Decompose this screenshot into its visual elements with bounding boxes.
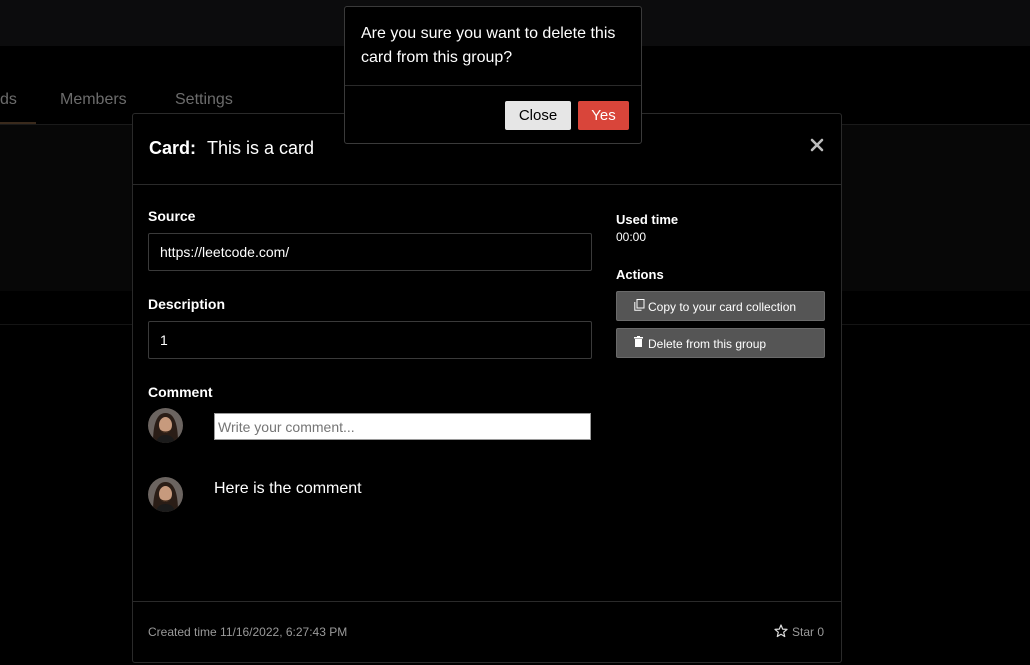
tab-cards[interactable]: ds <box>0 91 17 109</box>
actions-label: Actions <box>616 267 664 282</box>
delete-button-label: Delete from this group <box>648 337 767 351</box>
tab-settings[interactable]: Settings <box>175 91 233 109</box>
created-time: Created time 11/16/2022, 6:27:43 PM <box>148 625 348 639</box>
confirm-divider <box>345 85 641 86</box>
delete-confirm-popover: Are you sure you want to delete this car… <box>344 6 642 144</box>
tab-members[interactable]: Members <box>60 91 127 109</box>
star-icon <box>774 624 788 638</box>
copy-to-collection-button[interactable]: Copy to your card collection <box>616 291 825 321</box>
comment-text: Here is the comment <box>214 480 362 497</box>
modal-footer: Created time 11/16/2022, 6:27:43 PM Star… <box>133 601 841 663</box>
card-modal: Card: This is a card Source https://leet… <box>132 113 842 663</box>
card-label: Card: <box>149 138 197 158</box>
trash-icon <box>634 336 643 350</box>
description-field[interactable]: 1 <box>148 321 592 359</box>
close-icon[interactable] <box>810 138 826 154</box>
comment-input[interactable] <box>214 413 591 440</box>
source-label: Source <box>148 208 196 224</box>
close-button[interactable]: Close <box>505 101 571 130</box>
comment-label: Comment <box>148 384 213 400</box>
description-label: Description <box>148 296 226 312</box>
delete-from-group-button[interactable]: Delete from this group <box>616 328 825 358</box>
used-time-value: 00:00 <box>616 230 647 244</box>
star-count: Star 0 <box>792 625 825 639</box>
confirm-message: Are you sure you want to delete this car… <box>361 25 616 66</box>
avatar <box>148 408 183 443</box>
avatar <box>148 477 183 512</box>
yes-button[interactable]: Yes <box>578 101 629 130</box>
card-title: This is a card <box>207 138 315 158</box>
source-field[interactable]: https://leetcode.com/ <box>148 233 592 271</box>
copy-button-label: Copy to your card collection <box>648 300 797 314</box>
copy-icon <box>634 299 645 314</box>
used-time-label: Used time <box>616 212 679 227</box>
active-tab-indicator <box>0 122 36 124</box>
